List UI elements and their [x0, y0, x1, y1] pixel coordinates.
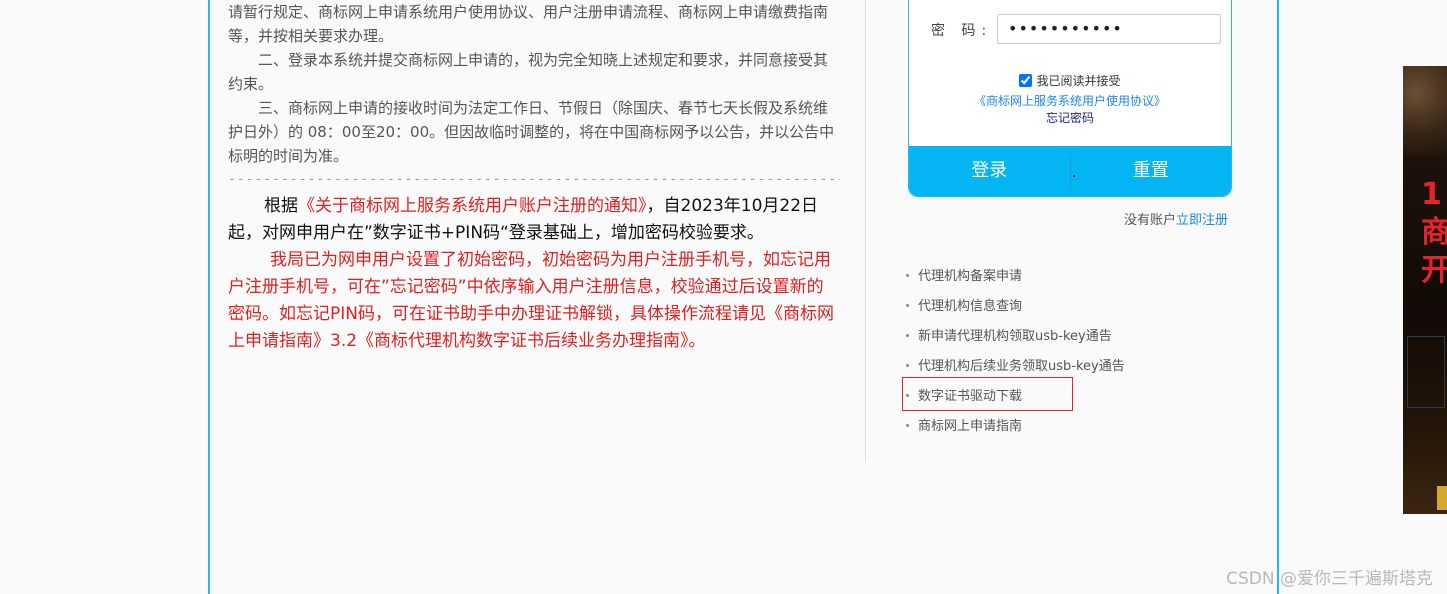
csdn-watermark: CSDN @爱你三千遍斯塔克	[1226, 569, 1433, 589]
link-agency-query[interactable]: 代理机构信息查询	[906, 292, 1125, 322]
banner-badge	[1437, 486, 1447, 510]
link-label: 代理机构后续业务领取usb-key通告	[918, 359, 1125, 374]
login-button[interactable]: 登录	[909, 146, 1070, 196]
link-label: 新申请代理机构领取usb-key通告	[918, 329, 1112, 344]
bullet-icon	[906, 304, 909, 307]
notice-paragraph-1: 请暂行规定、商标网上申请系统用户使用协议、用户注册申请流程、商标网上申请缴费指南…	[228, 3, 829, 45]
link-label: 代理机构信息查询	[918, 299, 1023, 314]
column-divider	[865, 0, 866, 462]
notice-paragraph-3: 三、商标网上申请的接收时间为法定工作日、节假日（除国庆、春节七天长假及系统维护日…	[228, 99, 835, 165]
registration-notice-link[interactable]: 《关于商标网上服务系统用户账户注册的通知》	[298, 196, 647, 216]
user-agreement-link[interactable]: 《商标网上服务系统用户使用协议》	[909, 92, 1231, 109]
bullet-icon	[906, 274, 909, 277]
login-button-bar: 登录 重置	[909, 146, 1231, 196]
password-label: 密 码:	[931, 23, 993, 39]
banner-frame	[1407, 336, 1445, 408]
login-panel: 密 码: ••••••••••• 我已阅读并接受 《商标网上服务系统用户使用协议…	[908, 0, 1232, 197]
register-row: 没有账户立即注册	[1124, 209, 1228, 228]
button-separator	[1069, 155, 1075, 187]
banner-text: 1商开	[1421, 177, 1447, 288]
link-label: 代理机构备案申请	[918, 269, 1023, 284]
link-certificate-driver-download[interactable]: 数字证书驱动下载	[906, 382, 1125, 412]
agree-label: 我已阅读并接受	[1036, 74, 1121, 88]
agreement-row: 我已阅读并接受	[909, 72, 1231, 89]
agree-checkbox[interactable]	[1019, 74, 1033, 87]
dashed-divider: ----------------------------------------…	[228, 172, 840, 187]
notice-paragraph-4: 根据《关于商标网上服务系统用户账户注册的通知》，自2023年10月22日起，对网…	[228, 193, 840, 247]
bullet-icon	[906, 394, 909, 397]
no-account-text: 没有账户	[1124, 213, 1177, 228]
bullet-icon	[906, 364, 909, 367]
register-link[interactable]: 立即注册	[1176, 213, 1228, 228]
link-label: 商标网上申请指南	[918, 419, 1023, 434]
link-new-usbkey-notice[interactable]: 新申请代理机构领取usb-key通告	[906, 322, 1125, 352]
content-frame-left-border	[208, 0, 210, 594]
bullet-icon	[906, 334, 909, 337]
side-advert-banner[interactable]: 1商开	[1403, 66, 1447, 514]
quick-links-list: 代理机构备案申请 代理机构信息查询 新申请代理机构领取usb-key通告 代理机…	[906, 262, 1125, 442]
content-frame-right-border	[1277, 0, 1279, 594]
notice-paragraph-2: 二、登录本系统并提交商标网上申请的，视为完全知晓上述规定和要求，并同意接受其约束…	[228, 51, 829, 93]
link-online-application-guide[interactable]: 商标网上申请指南	[906, 412, 1125, 442]
password-input[interactable]: •••••••••••	[997, 14, 1221, 44]
link-agency-filing[interactable]: 代理机构备案申请	[906, 262, 1125, 292]
button-separator-mark	[1072, 175, 1075, 177]
notice-panel: 请暂行规定、商标网上申请系统用户使用协议、用户注册申请流程、商标网上申请缴费指南…	[228, 0, 840, 355]
notice-p4-prefix: 根据	[264, 196, 298, 216]
link-followup-usbkey-notice[interactable]: 代理机构后续业务领取usb-key通告	[906, 352, 1125, 382]
notice-paragraph-5: 我局已为网申用户设置了初始密码，初始密码为用户注册手机号，如忘记用户注册手机号，…	[228, 250, 834, 351]
banner-image	[1403, 66, 1447, 156]
bullet-icon	[906, 424, 909, 427]
forgot-password-link[interactable]: 忘记密码	[909, 109, 1231, 126]
reset-button[interactable]: 重置	[1071, 146, 1232, 196]
link-label: 数字证书驱动下载	[918, 389, 1023, 404]
